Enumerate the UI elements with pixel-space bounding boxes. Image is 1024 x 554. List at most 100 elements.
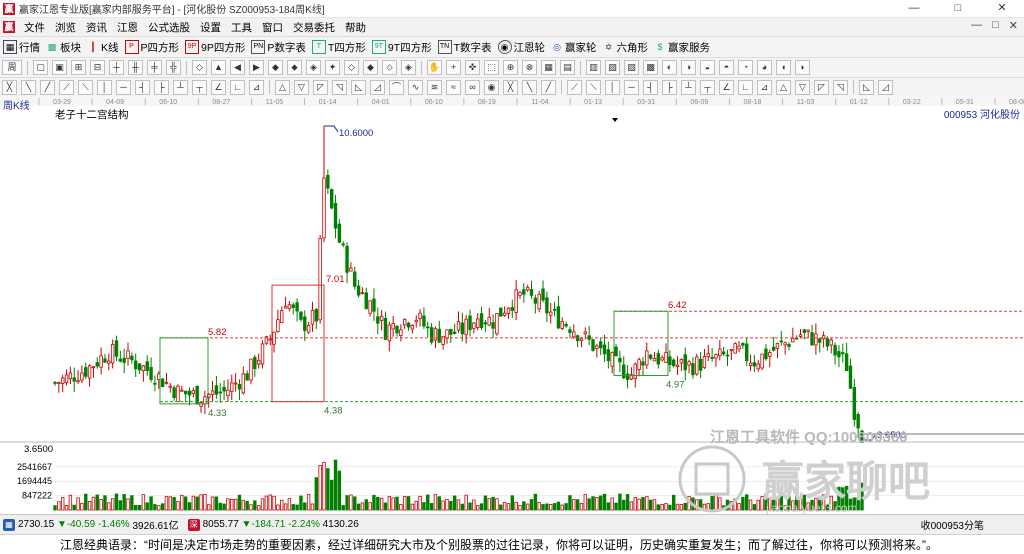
analysis-tool-9[interactable]: ├ [154, 79, 169, 95]
analysis-tool-27[interactable]: ╳ [503, 79, 518, 95]
menu-settings[interactable]: 设置 [195, 20, 226, 35]
analysis-tool-39[interactable]: ∟ [738, 79, 753, 95]
drawing-tool-36[interactable]: ◓ [719, 60, 734, 75]
drawing-tool-15[interactable]: ◈ [306, 60, 321, 75]
analysis-tool-15[interactable]: △ [275, 79, 290, 95]
analysis-tool-18[interactable]: ◹ [332, 79, 347, 95]
menu-gann[interactable]: 江恩 [112, 20, 143, 35]
drawing-tool-9[interactable]: ◇ [192, 60, 207, 75]
menu-formula[interactable]: 公式选股 [143, 20, 195, 35]
toolbar-winner-wheel[interactable]: ◎ 赢家轮 [548, 40, 600, 55]
close-button[interactable]: ✕ [980, 0, 1024, 17]
toolbar-9p-square[interactable]: 9P 9P四方形 [182, 40, 248, 55]
tick-detail[interactable]: 收000953分笔 [921, 517, 984, 532]
drawing-tool-39[interactable]: ◖ [776, 60, 791, 75]
analysis-tool-32[interactable]: │ [605, 79, 620, 95]
analysis-tool-28[interactable]: ╲ [522, 79, 537, 95]
drawing-tool-6[interactable]: ╫ [128, 60, 143, 75]
analysis-tool-7[interactable]: ─ [116, 79, 131, 95]
drawing-tool-13[interactable]: ◆ [268, 60, 283, 75]
analysis-tool-43[interactable]: ◸ [814, 79, 829, 95]
toolbar-pn-table[interactable]: PN P数字表 [248, 40, 309, 55]
analysis-tool-46[interactable]: ◿ [878, 79, 893, 95]
minimize-button[interactable]: — [892, 0, 936, 17]
mdi-close-button[interactable]: ✕ [1009, 19, 1018, 32]
analysis-tool-26[interactable]: ◉ [484, 79, 499, 95]
drawing-tool-21[interactable]: ✋ [427, 60, 442, 75]
drawing-tool-1[interactable]: ▢ [33, 60, 48, 75]
drawing-tool-37[interactable]: ◔ [738, 60, 753, 75]
drawing-tool-18[interactable]: ◆ [363, 60, 378, 75]
analysis-tool-13[interactable]: ∟ [230, 79, 245, 95]
analysis-tool-24[interactable]: ≈ [446, 79, 461, 95]
analysis-tool-20[interactable]: ◿ [370, 79, 385, 95]
analysis-tool-5[interactable]: ⟍ [78, 79, 93, 95]
period-select[interactable]: 周 [2, 60, 22, 75]
analysis-tool-4[interactable]: ⟋ [59, 79, 74, 95]
maximize-button[interactable]: □ [936, 0, 980, 17]
drawing-tool-29[interactable]: ▥ [586, 60, 601, 75]
drawing-tool-40[interactable]: ◗ [795, 60, 810, 75]
analysis-tool-11[interactable]: ┬ [192, 79, 207, 95]
menu-window[interactable]: 窗口 [257, 20, 288, 35]
analysis-tool-10[interactable]: ┴ [173, 79, 188, 95]
drawing-tool-33[interactable]: ◐ [662, 60, 677, 75]
drawing-tool-24[interactable]: ⬚ [484, 60, 499, 75]
analysis-tool-22[interactable]: ∿ [408, 79, 423, 95]
drawing-tool-8[interactable]: ╬ [166, 60, 181, 75]
analysis-tool-25[interactable]: ∞ [465, 79, 480, 95]
analysis-tool-3[interactable]: ╱ [40, 79, 55, 95]
analysis-tool-6[interactable]: │ [97, 79, 112, 95]
mdi-restore-button[interactable]: □ [992, 19, 999, 32]
drawing-tool-10[interactable]: ▲ [211, 60, 226, 75]
analysis-tool-8[interactable]: ┤ [135, 79, 150, 95]
drawing-tool-17[interactable]: ◇ [344, 60, 359, 75]
analysis-tool-34[interactable]: ┤ [643, 79, 658, 95]
analysis-tool-1[interactable]: ╳ [2, 79, 17, 95]
toolbar-p-square[interactable]: P P四方形 [122, 40, 183, 55]
analysis-tool-12[interactable]: ∠ [211, 79, 226, 95]
analysis-tool-19[interactable]: ◺ [351, 79, 366, 95]
drawing-tool-2[interactable]: ▣ [52, 60, 67, 75]
analysis-tool-35[interactable]: ├ [662, 79, 677, 95]
menu-file[interactable]: 文件 [19, 20, 50, 35]
analysis-tool-16[interactable]: ▽ [294, 79, 309, 95]
menu-tools[interactable]: 工具 [226, 20, 257, 35]
drawing-tool-32[interactable]: ▩ [643, 60, 658, 75]
analysis-tool-23[interactable]: ≋ [427, 79, 442, 95]
toolbar-9t-square[interactable]: 9T 9T四方形 [369, 40, 435, 55]
analysis-tool-29[interactable]: ╱ [541, 79, 556, 95]
toolbar-hexagon[interactable]: ✡ 六角形 [600, 40, 652, 55]
analysis-tool-21[interactable]: ⌒ [389, 79, 404, 95]
sz-index[interactable]: 8055.77 ▼-184.71 -2.24% 4130.26 [203, 519, 359, 530]
drawing-tool-16[interactable]: ✦ [325, 60, 340, 75]
toolbar-gann-wheel[interactable]: ◉ 江恩轮 [495, 40, 549, 55]
drawing-tool-12[interactable]: ▶ [249, 60, 264, 75]
drawing-tool-30[interactable]: ▧ [605, 60, 620, 75]
analysis-tool-38[interactable]: ∠ [719, 79, 734, 95]
analysis-tool-37[interactable]: ┬ [700, 79, 715, 95]
drawing-tool-38[interactable]: ◕ [757, 60, 772, 75]
drawing-tool-34[interactable]: ◑ [681, 60, 696, 75]
analysis-tool-40[interactable]: ⊿ [757, 79, 772, 95]
analysis-tool-41[interactable]: △ [776, 79, 791, 95]
menu-trade[interactable]: 交易委托 [288, 20, 340, 35]
drawing-tool-22[interactable]: + [446, 60, 461, 75]
analysis-tool-14[interactable]: ⊿ [249, 79, 264, 95]
drawing-tool-5[interactable]: ┼ [109, 60, 124, 75]
analysis-tool-42[interactable]: ▽ [795, 79, 810, 95]
drawing-tool-25[interactable]: ⊕ [503, 60, 518, 75]
chart-area[interactable]: 周K线 03-29 04-09 06-10 08-27 11-05 01-14 04-01 06… [0, 96, 1024, 515]
analysis-tool-33[interactable]: ─ [624, 79, 639, 95]
drawing-tool-4[interactable]: ⊟ [90, 60, 105, 75]
drawing-tool-27[interactable]: ▦ [541, 60, 556, 75]
toolbar-t-square[interactable]: T T四方形 [309, 40, 369, 55]
menu-news[interactable]: 资讯 [81, 20, 112, 35]
drawing-tool-20[interactable]: ◈ [401, 60, 416, 75]
drawing-tool-7[interactable]: ╪ [147, 60, 162, 75]
drawing-tool-35[interactable]: ◒ [700, 60, 715, 75]
drawing-tool-28[interactable]: ▤ [560, 60, 575, 75]
kline-chart[interactable]: 周K线 03-29 04-09 06-10 08-27 11-05 01-14 04-01 06… [0, 96, 1024, 515]
toolbar-service[interactable]: $ 赢家服务 [651, 40, 713, 55]
analysis-tool-30[interactable]: ⟋ [567, 79, 582, 95]
